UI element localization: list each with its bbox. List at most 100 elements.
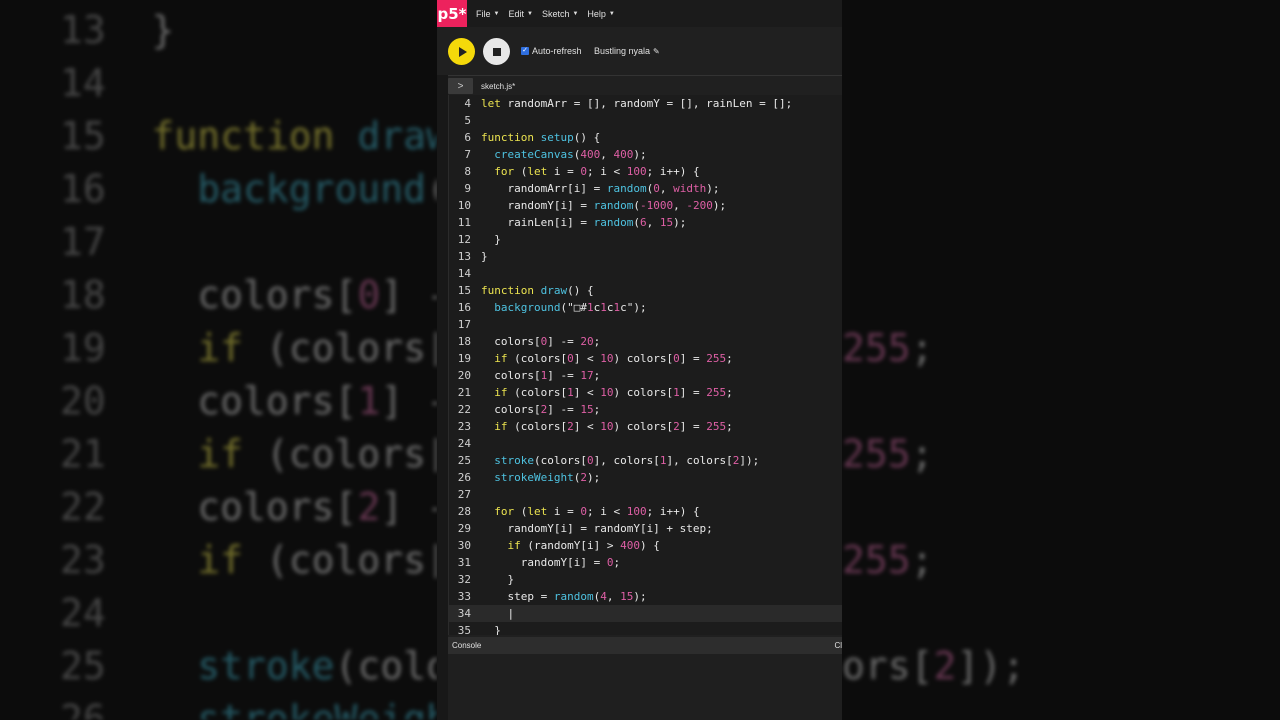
code-text: colors[2] -= 15; (481, 403, 601, 416)
play-button[interactable] (448, 38, 475, 65)
background-code-line: 17 (60, 220, 106, 264)
code-line[interactable]: 11 rainLen[i] = random(6, 15); (449, 214, 842, 231)
background-code-line: 24 (60, 591, 106, 635)
code-text: if (colors[0] < 10) colors[0] = 255; (494, 352, 733, 365)
code-line[interactable]: 21 if (colors[1] < 10) colors[1] = 255; (449, 384, 842, 401)
menu-bar: p5* File ▼ Edit ▼ Sketch ▼ Help ▼ (437, 0, 842, 27)
background-code-line: ors[2]); (842, 644, 1026, 688)
menu-help-label: Help (587, 8, 606, 19)
sidebar-toggle-button[interactable]: > (448, 78, 473, 94)
line-number: 5 (464, 114, 471, 127)
code-line[interactable]: 7 createCanvas(400, 400); (449, 146, 842, 163)
code-line[interactable]: 10 randomY[i] = random(-1000, -200); (449, 197, 842, 214)
console-output (448, 654, 842, 720)
background-code-line: 13 } (60, 8, 175, 52)
code-line[interactable]: 15 function draw() { (449, 282, 842, 299)
code-line[interactable]: 33 step = random(4, 15); (449, 588, 842, 605)
autorefresh-toggle[interactable]: ✓ Auto-refresh (521, 46, 582, 56)
menu-file-label: File (476, 8, 491, 19)
background-code-line: 18 colors[0] -= (60, 273, 437, 317)
code-text: randomY[i] = randomY[i] + step; (481, 522, 713, 535)
code-line[interactable]: 30 if (randomY[i] > 400) { (449, 537, 842, 554)
console-label: Console (452, 641, 482, 650)
code-line[interactable]: 9 randomArr[i] = random(0, width); (449, 180, 842, 197)
background-zoom-left: 13 } 14 15 function draw(16 background("□… (0, 0, 437, 720)
chevron-down-icon: ▼ (608, 10, 615, 17)
line-number: 24 (457, 437, 471, 450)
line-number: 30 (457, 539, 471, 552)
console-clear-button[interactable]: Cl (834, 641, 842, 650)
line-number: 6 (464, 131, 471, 144)
code-line[interactable]: 8 for (let i = 0; i < 100; i++) { (449, 163, 842, 180)
code-text: stroke(colors[0], colors[1], colors[2]); (494, 454, 760, 467)
stop-button[interactable] (483, 38, 510, 65)
code-line[interactable]: 19 if (colors[0] < 10) colors[0] = 255; (449, 350, 842, 367)
code-text: rainLen[i] = random(6, 15); (481, 216, 687, 229)
code-line[interactable]: 22 colors[2] -= 15; (449, 401, 842, 418)
code-text: colors[0] -= 20; (481, 335, 601, 348)
autorefresh-checkbox[interactable]: ✓ (521, 47, 529, 55)
file-tab-sketch-js[interactable]: sketch.js* (481, 82, 515, 91)
code-line[interactable]: 25 stroke(colors[0], colors[1], colors[2… (449, 452, 842, 469)
console-header[interactable]: Console Cl (448, 637, 842, 654)
code-line[interactable]: 28 for (let i = 0; i < 100; i++) { (449, 503, 842, 520)
line-number: 11 (457, 216, 471, 229)
background-code-line: 21 if (colors[1 (60, 432, 437, 476)
menu-help[interactable]: Help ▼ (587, 9, 614, 19)
code-line[interactable]: 4 let randomArr = [], randomY = [], rainL… (449, 95, 842, 112)
line-number: 14 (457, 267, 471, 280)
chevron-down-icon: ▼ (526, 10, 533, 17)
menu-sketch[interactable]: Sketch ▼ (542, 9, 578, 19)
code-text: | (481, 607, 515, 620)
code-line[interactable]: 23 if (colors[2] < 10) colors[2] = 255; (449, 418, 842, 435)
code-text: } (481, 573, 515, 586)
line-number: 19 (457, 352, 471, 365)
line-number: 22 (457, 403, 471, 416)
code-line[interactable]: 6 function setup() { (449, 129, 842, 146)
code-line[interactable]: 32 } (449, 571, 842, 588)
stop-icon (492, 47, 501, 56)
code-line[interactable]: 24 (449, 435, 842, 452)
background-code-line: 19 if (colors[0 (60, 326, 437, 370)
autorefresh-label: Auto-refresh (532, 46, 582, 56)
code-line[interactable]: 31 randomY[i] = 0; (449, 554, 842, 571)
code-editor[interactable]: 4 let randomArr = [], randomY = [], rainL… (448, 95, 842, 635)
code-text: strokeWeight(2); (494, 471, 601, 484)
line-number: 35 (457, 624, 471, 635)
toolbar: ✓ Auto-refresh Bustling nyala ✎ (437, 27, 842, 76)
code-line[interactable]: 5 (449, 112, 842, 129)
background-code-line: 14 (60, 61, 106, 105)
line-number: 31 (457, 556, 471, 569)
code-line[interactable]: 17 (449, 316, 842, 333)
background-code-line: 16 background("□ (60, 167, 437, 211)
code-line[interactable]: 12 } (449, 231, 842, 248)
code-text: if (randomY[i] > 400) { (507, 539, 660, 552)
line-number: 25 (457, 454, 471, 467)
background-code-line: 255; (842, 326, 934, 370)
code-text: function draw() { (481, 284, 594, 297)
code-line[interactable]: 27 (449, 486, 842, 503)
code-line[interactable]: 14 (449, 265, 842, 282)
code-line[interactable]: 13} (449, 248, 842, 265)
code-line[interactable]: 34 | (449, 605, 842, 622)
line-number: 7 (464, 148, 471, 161)
menu-edit[interactable]: Edit ▼ (508, 9, 532, 19)
code-line[interactable]: 35 } (449, 622, 842, 635)
code-text: step = random(4, 15); (481, 590, 647, 603)
code-text: if (colors[2] < 10) colors[2] = 255; (494, 420, 733, 433)
line-number: 34 (457, 607, 471, 620)
code-line[interactable]: 29 randomY[i] = randomY[i] + step; (449, 520, 842, 537)
code-text: if (colors[1] < 10) colors[1] = 255; (494, 386, 733, 399)
menu-file[interactable]: File ▼ (476, 9, 499, 19)
code-line[interactable]: 20 colors[1] -= 17; (449, 367, 842, 384)
code-text: randomArr[i] = random(0, width); (481, 182, 720, 195)
code-line[interactable]: 16 background("□#1c1c1c"); (449, 299, 842, 316)
line-number: 23 (457, 420, 471, 433)
code-line[interactable]: 18 colors[0] -= 20; (449, 333, 842, 350)
p5-logo[interactable]: p5* (437, 0, 467, 27)
line-number: 12 (457, 233, 471, 246)
pencil-icon[interactable]: ✎ (653, 47, 660, 56)
sketch-name[interactable]: Bustling nyala ✎ (594, 46, 660, 56)
line-number: 33 (457, 590, 471, 603)
code-line[interactable]: 26 strokeWeight(2); (449, 469, 842, 486)
